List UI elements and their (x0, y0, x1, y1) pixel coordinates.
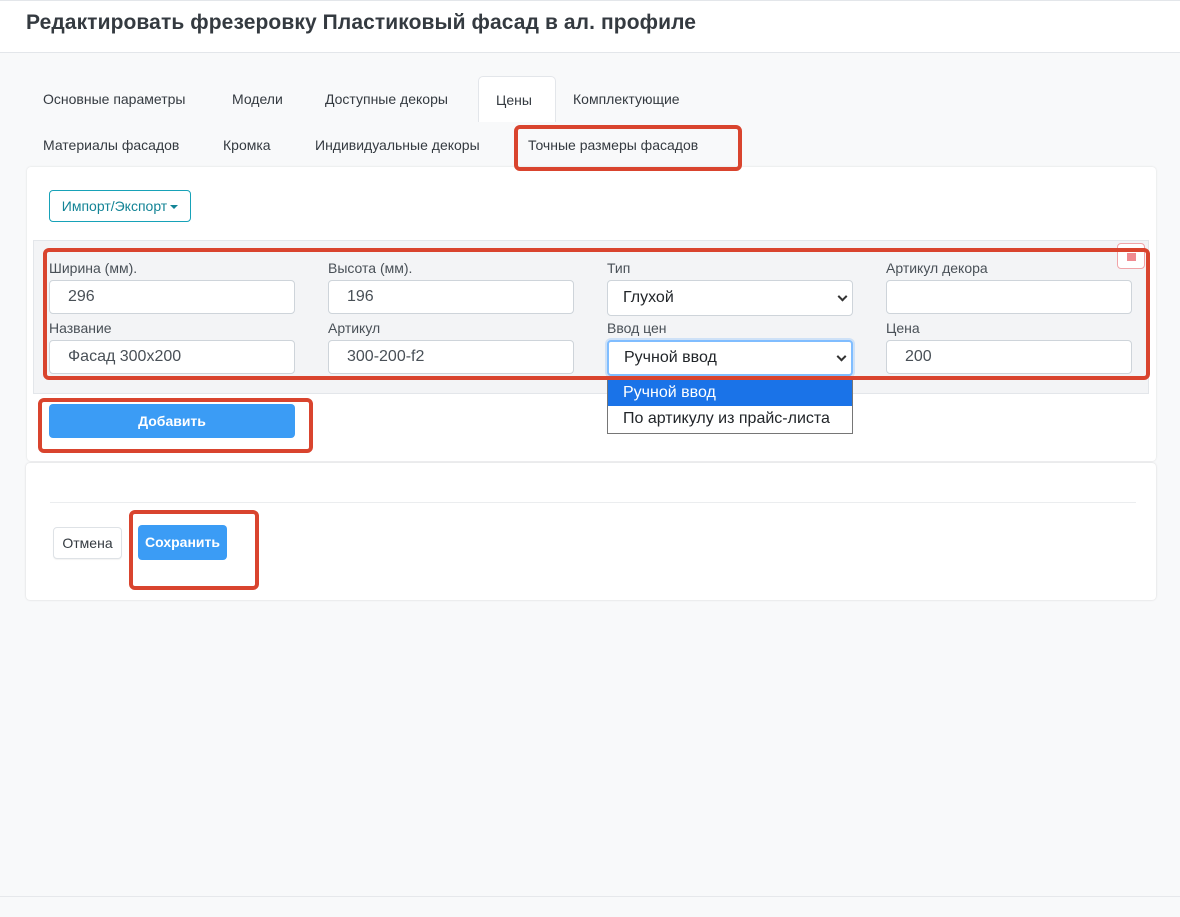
divider (50, 502, 1136, 503)
import-export-label: Импорт/Экспорт (61, 198, 168, 214)
tab-prices[interactable]: Цены (478, 76, 556, 122)
price-label: Цена (886, 320, 920, 336)
delete-row-button[interactable] (1117, 243, 1145, 269)
type-select[interactable]: Глухой (607, 280, 853, 316)
chevron-down-icon (837, 291, 848, 302)
add-button[interactable]: Добавить (49, 404, 295, 438)
tab-accessories[interactable]: Комплектующие (559, 76, 694, 122)
option-manual-input[interactable]: Ручной ввод (608, 380, 852, 406)
height-label: Высота (мм). (328, 260, 413, 276)
type-label: Тип (607, 260, 631, 276)
width-input[interactable]: 296 (49, 280, 295, 314)
bottom-border (0, 896, 1180, 897)
price-input-mode-options: Ручной ввод По артикулу из прайс-листа (607, 379, 853, 434)
tab-models[interactable]: Модели (218, 76, 297, 122)
name-input[interactable]: Фасад 300x200 (49, 340, 295, 374)
tab-edge[interactable]: Кромка (209, 122, 285, 168)
price-input-mode-value: Ручной ввод (624, 349, 717, 366)
tab-available-decors[interactable]: Доступные декоры (311, 76, 462, 122)
name-label: Название (49, 320, 112, 336)
page-title: Редактировать фрезеровку Пластиковый фас… (26, 11, 697, 34)
tab-main-params[interactable]: Основные параметры (29, 76, 199, 122)
article-label: Артикул (328, 320, 381, 336)
option-by-pricelist-article[interactable]: По артикулу из прайс-листа (608, 406, 852, 432)
type-select-value: Глухой (623, 289, 674, 306)
trash-body-icon (1127, 253, 1136, 261)
price-input-mode-label: Ввод цен (607, 320, 667, 336)
price-input-mode-select[interactable]: Ручной ввод (607, 340, 853, 376)
trash-icon (1126, 250, 1137, 252)
page-header: Редактировать фрезеровку Пластиковый фас… (0, 0, 1180, 53)
height-input[interactable]: 196 (328, 280, 574, 314)
article-input[interactable]: 300-200-f2 (328, 340, 574, 374)
decor-article-input[interactable] (886, 280, 1132, 314)
price-input[interactable]: 200 (886, 340, 1132, 374)
chevron-down-icon (836, 351, 847, 362)
tab-individual-decors[interactable]: Индивидуальные декоры (301, 122, 494, 168)
tab-facade-materials[interactable]: Материалы фасадов (29, 122, 193, 168)
caret-down-icon (170, 205, 179, 210)
width-label: Ширина (мм). (49, 260, 138, 276)
save-button[interactable]: Сохранить (138, 525, 227, 560)
decor-article-label: Артикул декора (886, 260, 988, 276)
import-export-dropdown-button[interactable]: Импорт/Экспорт (49, 190, 191, 222)
tab-exact-facade-sizes[interactable]: Точные размеры фасадов (514, 122, 712, 168)
cancel-button[interactable]: Отмена (53, 527, 122, 559)
